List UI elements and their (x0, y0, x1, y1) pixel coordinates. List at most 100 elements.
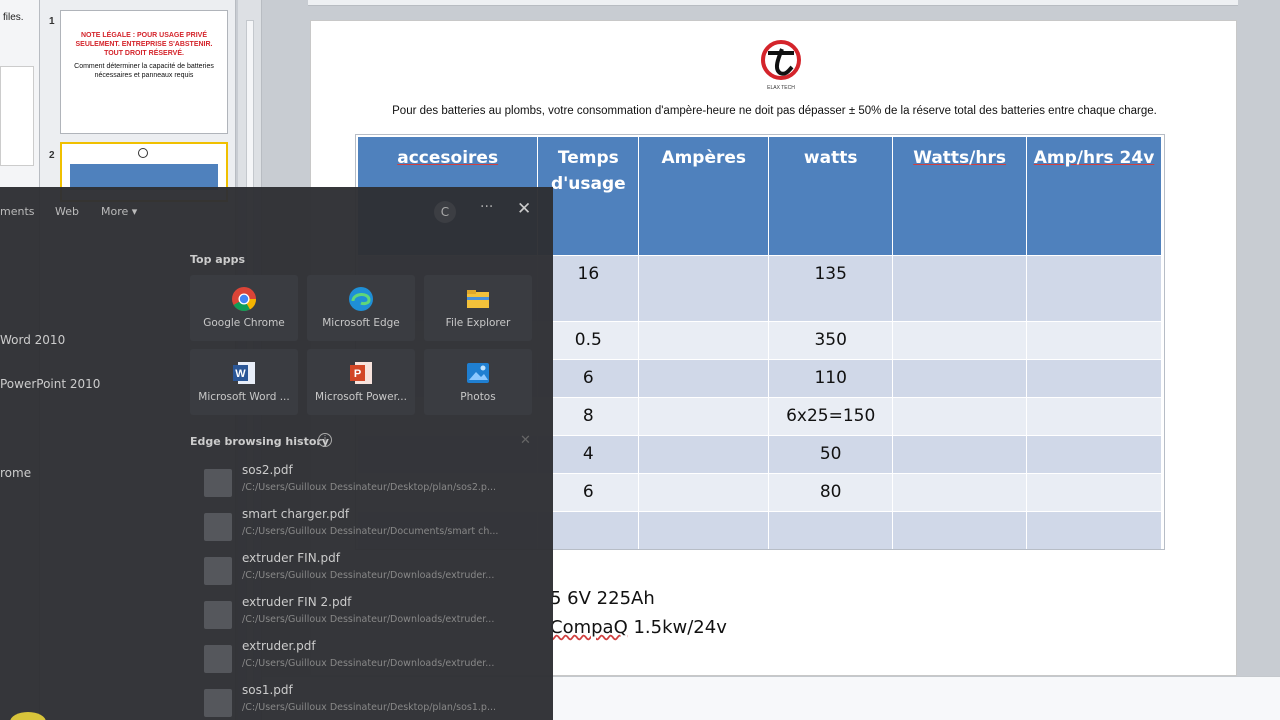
table-cell[interactable] (892, 510, 1028, 549)
thumb-subtitle: Comment déterminer la capacité de batter… (74, 63, 214, 79)
pdf-file-icon (204, 645, 232, 673)
table-cell[interactable] (638, 254, 770, 321)
table-cell[interactable] (892, 320, 1028, 359)
app-label: Google Chrome (203, 317, 285, 329)
word-icon: W (233, 362, 255, 384)
outline-fragment: files. (3, 12, 24, 23)
recent-item-powerpoint[interactable]: PowerPoint 2010 (0, 377, 100, 391)
recent-item-chrome[interactable]: rome (0, 466, 31, 480)
tab-documents[interactable]: ments (0, 205, 35, 218)
table-cell[interactable]: 135 (768, 254, 894, 321)
account-avatar[interactable]: C (434, 201, 456, 223)
slide-number-1: 1 (49, 16, 55, 27)
table-cell[interactable] (1026, 510, 1162, 549)
table-cell[interactable] (892, 358, 1028, 397)
history-item-path: /C:/Users/Guilloux Dessinateur/Downloads… (242, 570, 495, 581)
info-icon[interactable]: i (318, 433, 332, 447)
edge-icon (349, 287, 373, 311)
app-tile-photos[interactable]: Photos (424, 349, 532, 415)
app-tile-chrome[interactable]: Google Chrome (190, 275, 298, 341)
table-cell[interactable] (638, 358, 770, 397)
table-cell[interactable] (1026, 472, 1162, 511)
history-item-name: extruder FIN.pdf (242, 551, 340, 565)
pdf-file-icon (204, 601, 232, 629)
history-item[interactable]: extruder FIN.pdf /C:/Users/Guilloux Dess… (204, 551, 524, 591)
history-item[interactable]: sos2.pdf /C:/Users/Guilloux Dessinateur/… (204, 463, 524, 503)
table-cell[interactable]: 110 (768, 358, 894, 397)
recent-item-word[interactable]: Word 2010 (0, 333, 65, 347)
pdf-file-icon (204, 469, 232, 497)
file-explorer-icon (467, 290, 489, 308)
inverter-brand: CompaQ (550, 617, 628, 638)
dismiss-history-icon[interactable]: ✕ (520, 433, 531, 448)
tab-more[interactable]: More ▾ (101, 205, 137, 218)
table-cell[interactable]: 350 (768, 320, 894, 359)
history-item-path: /C:/Users/Guilloux Dessinateur/Downloads… (242, 614, 495, 625)
app-tile-edge[interactable]: Microsoft Edge (307, 275, 415, 341)
inverter-note: CompaQ 1.5kw/24v (550, 617, 727, 638)
slide-intro-text: Pour des batteries au plombs, votre cons… (392, 105, 1157, 117)
table-cell[interactable] (892, 434, 1028, 473)
table-cell[interactable]: 6x25=150 (768, 396, 894, 435)
pdf-file-icon (204, 557, 232, 585)
history-item-path: /C:/Users/Guilloux Dessinateur/Downloads… (242, 658, 495, 669)
app-tile-file-explorer[interactable]: File Explorer (424, 275, 532, 341)
history-item[interactable]: extruder.pdf /C:/Users/Guilloux Dessinat… (204, 639, 524, 679)
table-cell[interactable] (638, 396, 770, 435)
table-cell[interactable] (892, 396, 1028, 435)
table-cell[interactable] (638, 472, 770, 511)
outline-box (0, 66, 34, 166)
table-cell[interactable]: 80 (768, 472, 894, 511)
slide-number-2: 2 (49, 150, 55, 161)
history-item-name: smart charger.pdf (242, 507, 350, 521)
header-amperes: Ampères (638, 137, 770, 255)
table-cell[interactable] (768, 510, 894, 549)
windows-search-panel: ments Web More ▾ C ··· ✕ Word 2010 Power… (0, 187, 553, 720)
table-cell[interactable]: 50 (768, 434, 894, 473)
battery-note: 5 6V 225Ah (550, 588, 655, 609)
thumb-logo-icon (138, 148, 148, 158)
inverter-spec: 1.5kw/24v (627, 617, 727, 638)
table-cell[interactable] (1026, 396, 1162, 435)
horizontal-ruler (308, 0, 1238, 6)
table-cell[interactable] (1026, 358, 1162, 397)
close-icon[interactable]: ✕ (517, 199, 531, 219)
history-item[interactable]: sos1.pdf /C:/Users/Guilloux Dessinateur/… (204, 683, 524, 720)
table-cell[interactable] (892, 472, 1028, 511)
elax-tech-logo-icon: ELAX TECH (761, 40, 801, 91)
history-item[interactable]: extruder FIN 2.pdf /C:/Users/Guilloux De… (204, 595, 524, 635)
history-item-name: sos2.pdf (242, 463, 293, 477)
table-cell[interactable] (1026, 434, 1162, 473)
header-watts: watts (768, 137, 894, 255)
tab-web[interactable]: Web (55, 205, 79, 218)
slide-thumbnail-1[interactable]: NOTE LÉGALE : POUR USAGE PRIVÉ SEULEMENT… (60, 10, 228, 134)
header-watt-hours: Watts/hrs (892, 137, 1028, 255)
app-tile-word[interactable]: W Microsoft Word ... (190, 349, 298, 415)
photos-icon (467, 363, 489, 383)
table-cell[interactable] (638, 434, 770, 473)
app-label: Photos (460, 391, 496, 403)
app-tile-powerpoint[interactable]: P Microsoft Power... (307, 349, 415, 415)
header-amp-hours: Amp/hrs 24v (1026, 137, 1162, 255)
table-cell[interactable] (1026, 254, 1162, 321)
history-item-path: /C:/Users/Guilloux Dessinateur/Desktop/p… (242, 702, 497, 713)
history-item[interactable]: smart charger.pdf /C:/Users/Guilloux Des… (204, 507, 524, 547)
table-cell[interactable] (1026, 320, 1162, 359)
history-item-name: extruder.pdf (242, 639, 316, 653)
thumb-legal-note: NOTE LÉGALE : POUR USAGE PRIVÉ SEULEMENT… (75, 32, 213, 57)
powerpoint-icon: P (350, 362, 372, 384)
table-cell[interactable] (638, 510, 770, 549)
history-item-path: /C:/Users/Guilloux Dessinateur/Documents… (242, 526, 499, 537)
svg-text:ELAX TECH: ELAX TECH (767, 85, 795, 91)
top-apps-title: Top apps (190, 253, 246, 266)
table-cell[interactable] (892, 254, 1028, 321)
app-label: Microsoft Power... (315, 391, 407, 403)
more-options-icon[interactable]: ··· (480, 199, 493, 215)
history-item-name: extruder FIN 2.pdf (242, 595, 352, 609)
chrome-icon (232, 287, 256, 312)
history-item-name: sos1.pdf (242, 683, 293, 697)
pdf-file-icon (204, 689, 232, 717)
history-item-path: /C:/Users/Guilloux Dessinateur/Desktop/p… (242, 482, 497, 493)
svg-text:W: W (235, 368, 246, 380)
table-cell[interactable] (638, 320, 770, 359)
